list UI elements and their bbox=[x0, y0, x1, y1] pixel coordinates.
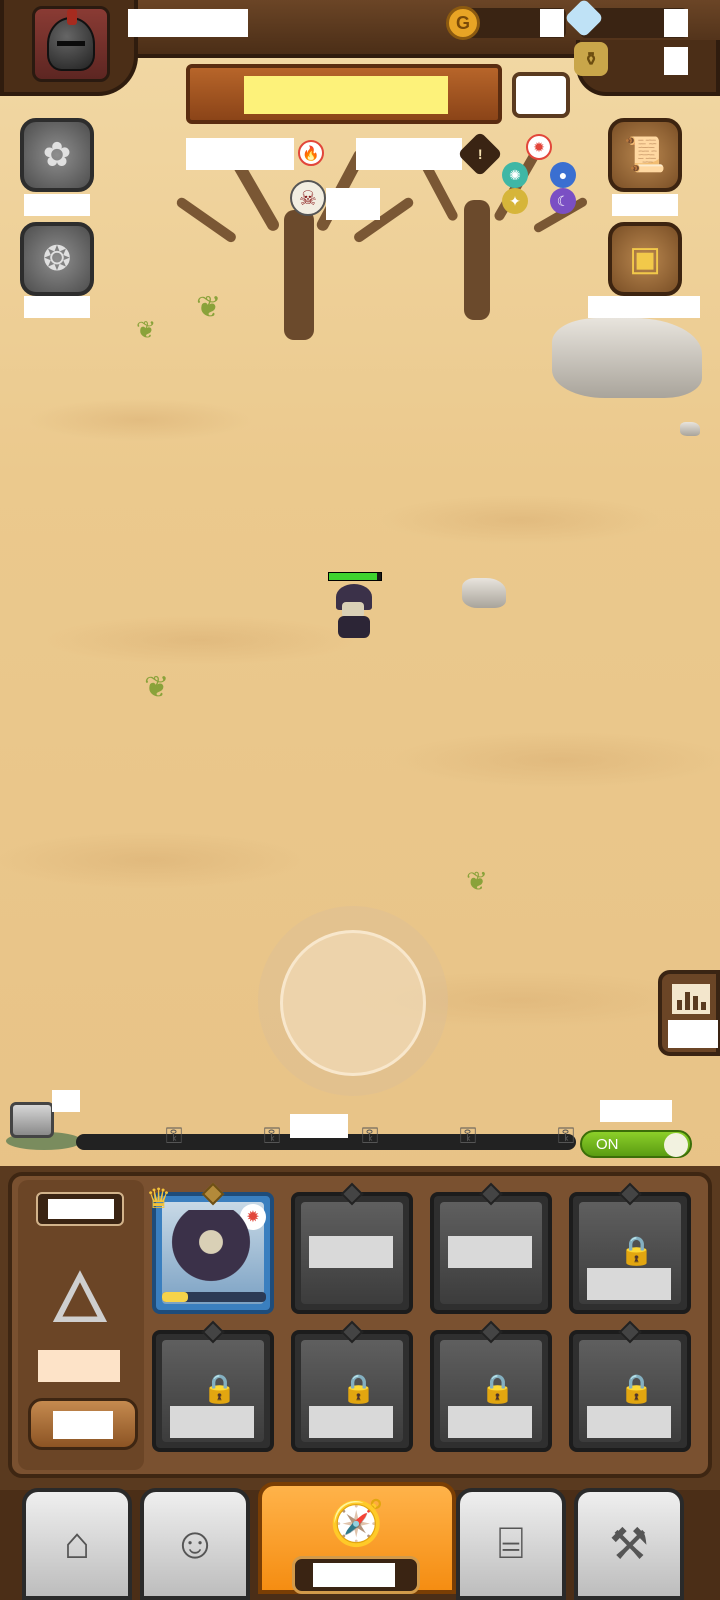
stage-progress-label bbox=[290, 1114, 348, 1138]
slot-unlock-label bbox=[587, 1268, 671, 1300]
gray-flame-icon: 🜂 bbox=[49, 1259, 111, 1337]
toggle-state-text: ON bbox=[596, 1136, 619, 1153]
team-power bbox=[38, 1350, 120, 1382]
gold-coin-icon: G bbox=[446, 6, 480, 40]
scroll-icon: 📜 bbox=[623, 136, 667, 174]
laurel-medal-icon: ❂ bbox=[42, 240, 72, 278]
lock-icon: 🔒 bbox=[619, 1373, 654, 1404]
team-slot-7[interactable]: 🔒 bbox=[430, 1320, 552, 1452]
hero-xp-bar bbox=[162, 1292, 266, 1302]
potion-amount bbox=[664, 47, 688, 75]
laurel-medal-label bbox=[24, 296, 90, 318]
boss-skull-label bbox=[326, 188, 380, 220]
slot-empty-label bbox=[309, 1236, 393, 1268]
knight-helmet-icon bbox=[47, 9, 95, 71]
lock-icon: 🔒 bbox=[480, 1373, 515, 1404]
treasure-chest-label bbox=[588, 296, 700, 318]
hero-hp-fill bbox=[329, 573, 377, 580]
chest-icon bbox=[10, 1102, 54, 1138]
wizard-portrait bbox=[168, 1210, 254, 1290]
clover-medal-icon: ✿ bbox=[42, 136, 72, 174]
slot-unlock-label bbox=[587, 1406, 671, 1438]
lock-icon: 🔒 bbox=[619, 1235, 654, 1266]
potion-bottle-icon: ⚱ bbox=[574, 42, 608, 76]
boss-skull-icon[interactable]: ☠ bbox=[290, 180, 326, 216]
quest-scroll-label bbox=[612, 194, 678, 216]
team-slot-4[interactable]: 🔒 bbox=[569, 1182, 691, 1314]
nav-adventure-label bbox=[313, 1563, 395, 1587]
key-milestone-icon: ⚿ bbox=[263, 1123, 281, 1148]
treasure-chest-icon: ▣ bbox=[628, 240, 662, 278]
team-slot-5[interactable]: 🔒 bbox=[152, 1320, 274, 1452]
clover-medal-button[interactable]: ✿ bbox=[20, 118, 94, 192]
auto-battle-label bbox=[600, 1100, 672, 1122]
rock-cluster bbox=[552, 318, 702, 398]
stage-title bbox=[244, 76, 448, 114]
hero-hp-bar bbox=[328, 572, 382, 581]
lock-icon: 🔒 bbox=[202, 1373, 237, 1404]
slot-unlock-label bbox=[309, 1406, 393, 1438]
laurel-medal-button[interactable]: ❂ bbox=[20, 222, 94, 296]
upgrade-button[interactable] bbox=[28, 1398, 138, 1450]
slot-unlock-label bbox=[170, 1406, 254, 1438]
key-milestone-icon: ⚿ bbox=[557, 1123, 575, 1148]
key-milestone-icon: ⚿ bbox=[361, 1123, 379, 1148]
team-slot-3[interactable] bbox=[430, 1182, 552, 1314]
team-slot-2[interactable] bbox=[291, 1182, 413, 1314]
wizard-sprite bbox=[332, 584, 376, 638]
gem-amount bbox=[664, 9, 688, 37]
hero-icon: ☺ bbox=[172, 1519, 218, 1568]
quest-scroll-button[interactable]: 📜 bbox=[608, 118, 682, 192]
clover-medal-label bbox=[24, 194, 90, 216]
hero-xp-fill bbox=[162, 1292, 188, 1302]
rock-small bbox=[462, 578, 506, 608]
fire-enemy-label bbox=[186, 138, 294, 170]
virtual-joystick-knob[interactable] bbox=[280, 930, 426, 1076]
player-name bbox=[128, 9, 248, 37]
wind-element-icon: ✺ bbox=[502, 162, 528, 188]
adventure-map-icon: 🧭 bbox=[329, 1499, 385, 1548]
grass-tuft: ❦ bbox=[144, 671, 170, 704]
key-milestone-icon: ⚿ bbox=[459, 1123, 477, 1148]
nav-adventure-label-box bbox=[292, 1556, 420, 1594]
nav-forge[interactable]: ⚒ bbox=[574, 1488, 684, 1600]
team-level bbox=[48, 1199, 114, 1219]
slot-unlock-label bbox=[448, 1406, 532, 1438]
player-avatar[interactable] bbox=[32, 6, 110, 82]
stage-info-button[interactable] bbox=[512, 72, 570, 118]
team-slot-6[interactable]: 🔒 bbox=[291, 1320, 413, 1452]
forge-hammer-icon: ⚒ bbox=[609, 1519, 649, 1569]
team-slot-1[interactable]: ♛✹ bbox=[146, 1182, 274, 1314]
toggle-knob bbox=[664, 1133, 688, 1157]
light-element-icon: ✦ bbox=[502, 188, 528, 214]
grass-tuft: ❦ bbox=[136, 317, 157, 344]
reward-chest-label bbox=[52, 1090, 80, 1112]
key-milestone-icon: ⚿ bbox=[165, 1123, 183, 1148]
slot-empty-label bbox=[448, 1236, 532, 1268]
inventory-bag-icon: ⌸ bbox=[497, 1519, 525, 1568]
nav-shop[interactable]: ⌂ bbox=[22, 1488, 132, 1600]
warning-zone-label bbox=[356, 138, 462, 170]
grass-tuft: ❦ bbox=[196, 291, 222, 324]
nav-heroes[interactable]: ☺ bbox=[140, 1488, 250, 1600]
shop-icon: ⌂ bbox=[63, 1519, 91, 1568]
upgrade-label bbox=[53, 1411, 113, 1439]
auto-battle-toggle[interactable]: ON bbox=[580, 1130, 692, 1158]
fire-element-icon: ✹ bbox=[526, 134, 552, 160]
grass-tuft: ❦ bbox=[466, 866, 488, 896]
water-element-icon: ● bbox=[550, 162, 576, 188]
damage-stats-button[interactable] bbox=[658, 970, 720, 1056]
treasure-chest-button[interactable]: ▣ bbox=[608, 222, 682, 296]
rock-pebble bbox=[680, 422, 700, 436]
dark-element-icon: ☾ bbox=[550, 188, 576, 214]
team-slot-8[interactable]: 🔒 bbox=[569, 1320, 691, 1452]
stage-banner bbox=[186, 64, 502, 124]
lock-icon: 🔒 bbox=[341, 1373, 376, 1404]
gold-amount bbox=[540, 9, 564, 37]
damage-stats-label bbox=[668, 1020, 718, 1048]
nav-inventory[interactable]: ⌸ bbox=[456, 1488, 566, 1600]
bar-chart-icon bbox=[672, 984, 710, 1014]
fire-element-icon: 🔥 bbox=[298, 140, 324, 166]
